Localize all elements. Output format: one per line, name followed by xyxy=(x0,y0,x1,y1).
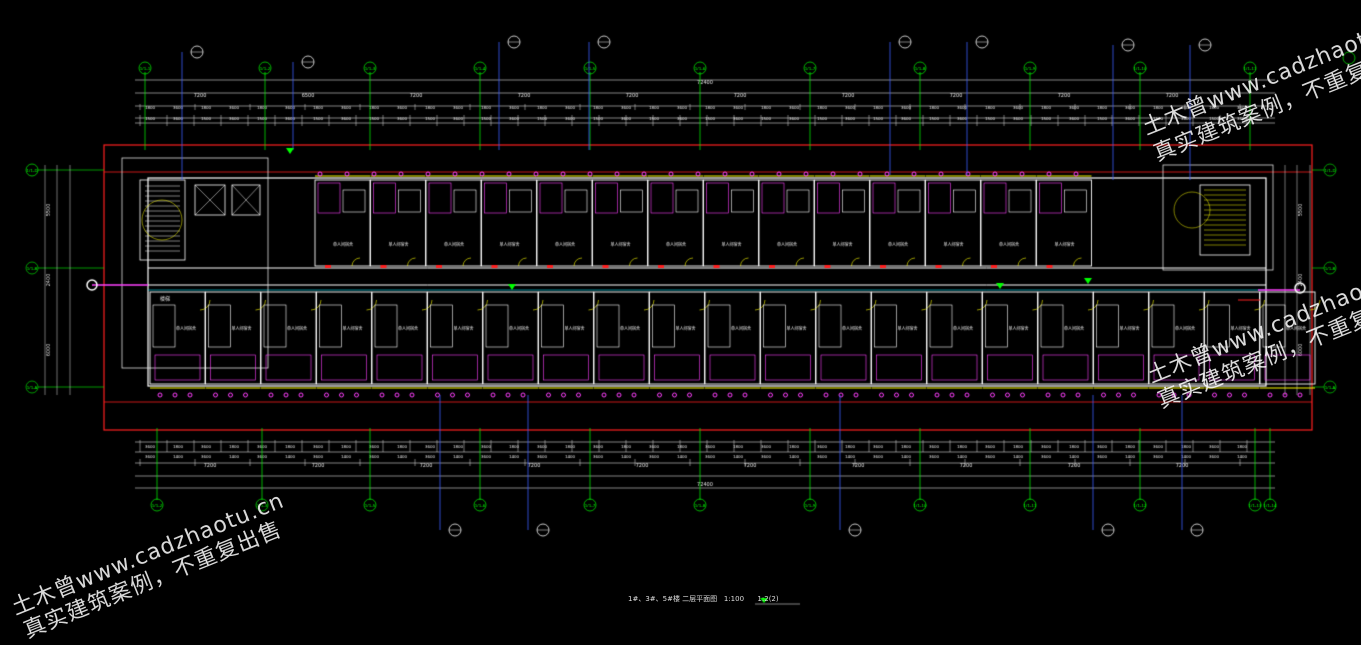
floor-plan-drawing xyxy=(0,0,1361,616)
drawing-title: 1#、3#、5#楼 二层平面图 xyxy=(628,595,718,603)
drawing-tag: 1:2(2) xyxy=(757,595,779,603)
drawing-scale: 1:100 xyxy=(723,595,745,603)
drawing-title-block: 1#、3#、5#楼 二层平面图 1:100 1:2(2) xyxy=(628,594,779,604)
